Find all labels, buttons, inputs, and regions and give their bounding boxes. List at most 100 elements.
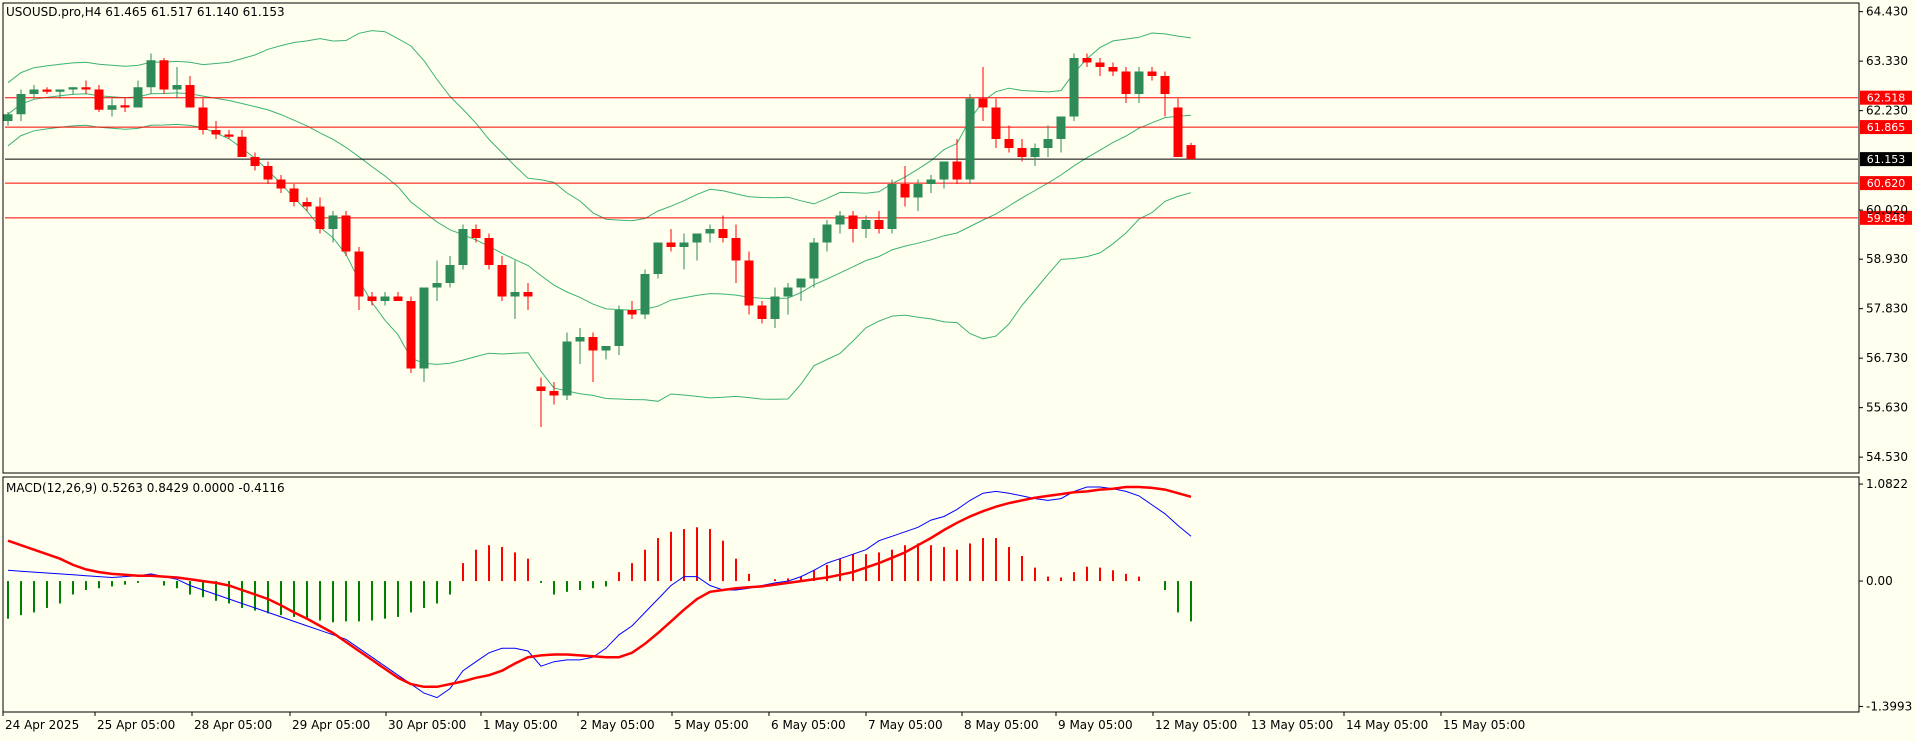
candle-body	[1043, 139, 1053, 148]
candle-body	[965, 98, 975, 180]
time-tick-label: 12 May 05:00	[1155, 718, 1237, 732]
candle-body	[29, 89, 39, 94]
time-tick-label: 28 Apr 05:00	[194, 718, 272, 732]
candle-body	[1173, 107, 1183, 157]
price-tick-label: 54.530	[1866, 450, 1908, 464]
candle-body	[523, 292, 533, 297]
time-tick-label: 24 Apr 2025	[5, 718, 79, 732]
price-tick-label: 55.630	[1866, 401, 1908, 415]
candle-body	[172, 85, 182, 90]
current-price-label: 61.153	[1867, 153, 1906, 166]
candle-body	[822, 224, 832, 243]
candle-body	[393, 296, 403, 301]
macd-tick-label: -1.3993	[1866, 699, 1912, 713]
macd-info: MACD(12,26,9) 0.5263 0.8429 0.0000 -0.41…	[6, 481, 285, 495]
time-tick-label: 8 May 05:00	[964, 718, 1039, 732]
candle-body	[146, 60, 156, 88]
candle-body	[380, 296, 390, 301]
candle-body	[1186, 145, 1196, 160]
candle-body	[1160, 76, 1170, 94]
candle-body	[250, 157, 260, 166]
candle-body	[653, 242, 663, 274]
candle-body	[432, 283, 442, 288]
candle-body	[471, 229, 481, 238]
candle-body	[783, 287, 793, 297]
candle-body	[276, 179, 286, 189]
candle-body	[666, 242, 676, 247]
candle-body	[926, 179, 936, 184]
candle-body	[198, 107, 208, 130]
candle-body	[1134, 71, 1144, 94]
candle-body	[1082, 58, 1092, 63]
candle-body	[419, 287, 429, 369]
price-tick-label: 58.930	[1866, 252, 1908, 266]
candle-body	[133, 87, 143, 108]
candle-body	[1017, 148, 1027, 157]
candle-body	[913, 184, 923, 198]
candle-body	[627, 310, 637, 315]
chart-background	[0, 0, 1916, 737]
time-tick-label: 7 May 05:00	[868, 718, 943, 732]
price-tick-label: 60.020	[1866, 203, 1908, 217]
price-tick-label: 62.230	[1866, 104, 1908, 118]
candle-body	[1030, 148, 1040, 157]
time-tick-label: 25 Apr 05:00	[97, 718, 175, 732]
candle-body	[42, 89, 52, 92]
time-tick-label: 2 May 05:00	[580, 718, 655, 732]
candle-body	[1147, 71, 1157, 76]
candle-body	[81, 87, 91, 90]
candle-body	[1069, 58, 1079, 117]
candle-body	[1004, 139, 1014, 148]
time-tick-label: 29 Apr 05:00	[292, 718, 370, 732]
candle-body	[640, 274, 650, 315]
macd-tick-label: 1.0822	[1866, 477, 1908, 491]
candle-body	[562, 341, 572, 396]
candle-body	[757, 305, 767, 319]
time-tick-label: 9 May 05:00	[1058, 718, 1133, 732]
candle-body	[1108, 67, 1118, 72]
candle-body	[107, 105, 117, 110]
candle-body	[237, 136, 247, 157]
price-tick-label: 64.430	[1866, 5, 1908, 19]
candle-body	[575, 337, 585, 342]
candle-body	[848, 215, 858, 229]
candle-body	[536, 386, 546, 391]
candle-body	[770, 296, 780, 319]
candle-body	[406, 301, 416, 369]
time-tick-label: 13 May 05:00	[1251, 718, 1333, 732]
candle-body	[263, 166, 273, 180]
candle-body	[341, 215, 351, 252]
level-label: 61.865	[1867, 121, 1906, 134]
price-tick-label: 63.330	[1866, 54, 1908, 68]
candle-body	[68, 87, 78, 90]
candle-body	[289, 188, 299, 202]
candle-body	[601, 346, 611, 351]
candle-body	[939, 161, 949, 180]
candle-body	[120, 105, 130, 108]
candle-body	[354, 251, 364, 297]
candle-body	[211, 130, 221, 135]
candle-body	[549, 391, 559, 396]
time-tick-label: 1 May 05:00	[483, 718, 558, 732]
level-label: 60.620	[1867, 177, 1906, 190]
candle-body	[1095, 62, 1105, 67]
candle-body	[328, 215, 338, 229]
candle-body	[614, 310, 624, 346]
candle-body	[588, 337, 598, 351]
chart-canvas: 62.51861.86560.62059.84861.153 64.43063.…	[0, 0, 1916, 737]
candle-body	[497, 265, 507, 297]
candle-body	[796, 278, 806, 288]
candle-body	[1056, 116, 1066, 139]
candle-body	[900, 184, 910, 198]
candle-body	[991, 107, 1001, 139]
candle-body	[185, 85, 195, 108]
candle-body	[302, 202, 312, 207]
candle-body	[484, 238, 494, 265]
time-tick-label: 14 May 05:00	[1346, 718, 1428, 732]
candle-body	[367, 296, 377, 301]
candle-body	[887, 184, 897, 229]
price-tick-label: 56.730	[1866, 351, 1908, 365]
candle-body	[16, 94, 26, 115]
candle-body	[224, 134, 234, 137]
candle-body	[731, 238, 741, 261]
